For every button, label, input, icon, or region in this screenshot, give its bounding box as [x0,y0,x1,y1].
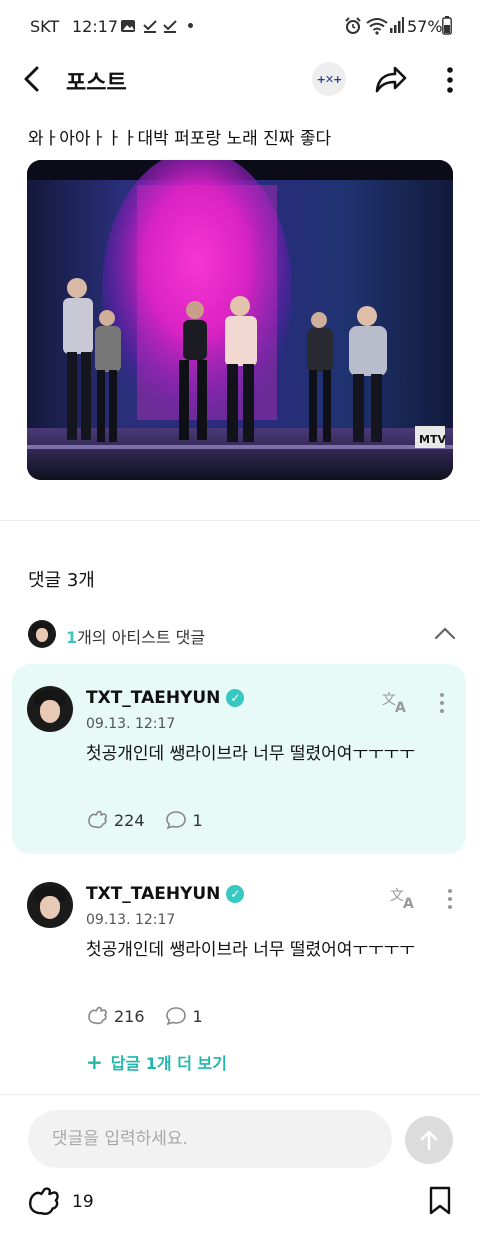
speech-bubble-icon [165,811,186,830]
wifi-icon [366,17,388,35]
chevron-left-icon [24,66,39,92]
artist-comment-label-text: 개의 아티스트 댓글 [77,628,206,647]
verified-badge-icon: ✓ [226,689,245,707]
plus-icon: + [86,1050,103,1074]
reply-count: 1 [192,810,203,830]
like-button[interactable]: 216 [86,1006,145,1026]
download-done-icon [142,18,158,34]
artist-comments-toggle[interactable]: 1개의 아티스트 댓글 [0,612,480,656]
cheer-hand-icon [88,1006,107,1025]
carrier-label: SKT [30,17,60,36]
comment-text: 첫공개인데 쌩라이브라 너무 떨렸어여ㅜㅜㅜㅜ [86,940,416,960]
translate-icon: 文 A [390,888,414,910]
comment-author-row: TXT_TAEHYUN ✓ [86,884,245,904]
comment-more-button[interactable] [446,888,454,910]
speech-bubble-icon [165,1007,186,1026]
reply-button[interactable]: 1 [165,1006,203,1026]
post-like-count: 19 [72,1192,94,1212]
chevron-up-icon [434,626,456,640]
bookmark-icon [429,1186,451,1215]
arrow-up-icon [420,1130,438,1151]
bookmark-button[interactable] [428,1186,452,1216]
comment-date: 09.13. 12:17 [86,912,176,928]
like-count: 216 [114,1006,145,1026]
more-notifications-dot-icon [188,23,193,28]
share-arrow-icon [375,66,407,93]
alarm-icon [344,17,362,35]
artist-avatar-small [28,620,56,648]
svg-text:A: A [403,896,414,910]
svg-text:文: 文 [390,888,404,904]
translate-button[interactable]: 文 A [390,886,418,910]
comment-text: 첫공개인데 쌩라이브라 너무 떨렸어여ㅜㅜㅜㅜ [86,744,416,764]
comment-date: 09.13. 12:17 [86,716,176,732]
comment-input-wrapper [28,1110,392,1168]
svg-text:A: A [395,700,406,714]
comment-actions: 224 1 [86,810,203,830]
stage-photo: MTV [27,160,453,480]
like-button[interactable]: 224 [86,810,145,830]
clock: 12:17 [72,17,119,36]
community-logo[interactable]: +✕+ [312,62,346,96]
svg-text:文: 文 [382,692,396,708]
battery-icon [442,16,452,35]
translate-button[interactable]: 文 A [382,690,410,714]
comment-author-row: TXT_TAEHYUN ✓ [86,688,245,708]
signal-icon [390,17,404,33]
kebab-menu-icon [448,889,452,909]
kebab-menu-icon [447,67,453,93]
post-like-button[interactable]: 19 [24,1186,94,1218]
comments-count-title: 댓글 3개 [28,570,95,591]
section-divider [0,520,480,521]
kebab-menu-icon [440,693,444,713]
page-title: 포스트 [66,71,127,96]
send-button[interactable] [405,1116,453,1164]
composer-divider [0,1094,480,1095]
artist-comments-label: 1개의 아티스트 댓글 [66,624,205,648]
gallery-notification-icon [120,18,136,34]
status-bar: SKT 12:17 57% [0,0,480,52]
share-button[interactable] [374,64,408,94]
reply-count: 1 [192,1006,203,1026]
comment-input[interactable] [28,1110,372,1168]
mtv-watermark: MTV [419,433,446,446]
avatar[interactable] [27,686,73,732]
avatar[interactable] [27,882,73,928]
comment-author[interactable]: TXT_TAEHYUN [86,688,220,708]
cheer-hand-icon [88,810,107,829]
cheer-hand-icon [29,1187,59,1215]
back-button[interactable] [18,64,46,94]
verified-badge-icon: ✓ [226,885,245,903]
comment-author[interactable]: TXT_TAEHYUN [86,884,220,904]
post-body: 와ㅏ아아ㅏㅏㅏ대박 퍼포랑 노래 진짜 좋다 [28,129,332,149]
translate-icon: 文 A [382,692,406,714]
more-options-button[interactable] [444,66,456,94]
comment-more-button[interactable] [438,692,446,714]
like-count: 224 [114,810,145,830]
comment-actions: 216 1 [86,1006,203,1026]
battery-percent: 57% [407,17,443,36]
view-more-replies-link[interactable]: + 답글 1개 더 보기 [86,1050,227,1074]
artist-comment-count: 1 [66,628,78,647]
view-more-replies-label: 답글 1개 더 보기 [110,1054,227,1073]
download-done-icon-2 [162,18,178,34]
post-image[interactable]: MTV [27,160,453,480]
reply-button[interactable]: 1 [165,810,203,830]
